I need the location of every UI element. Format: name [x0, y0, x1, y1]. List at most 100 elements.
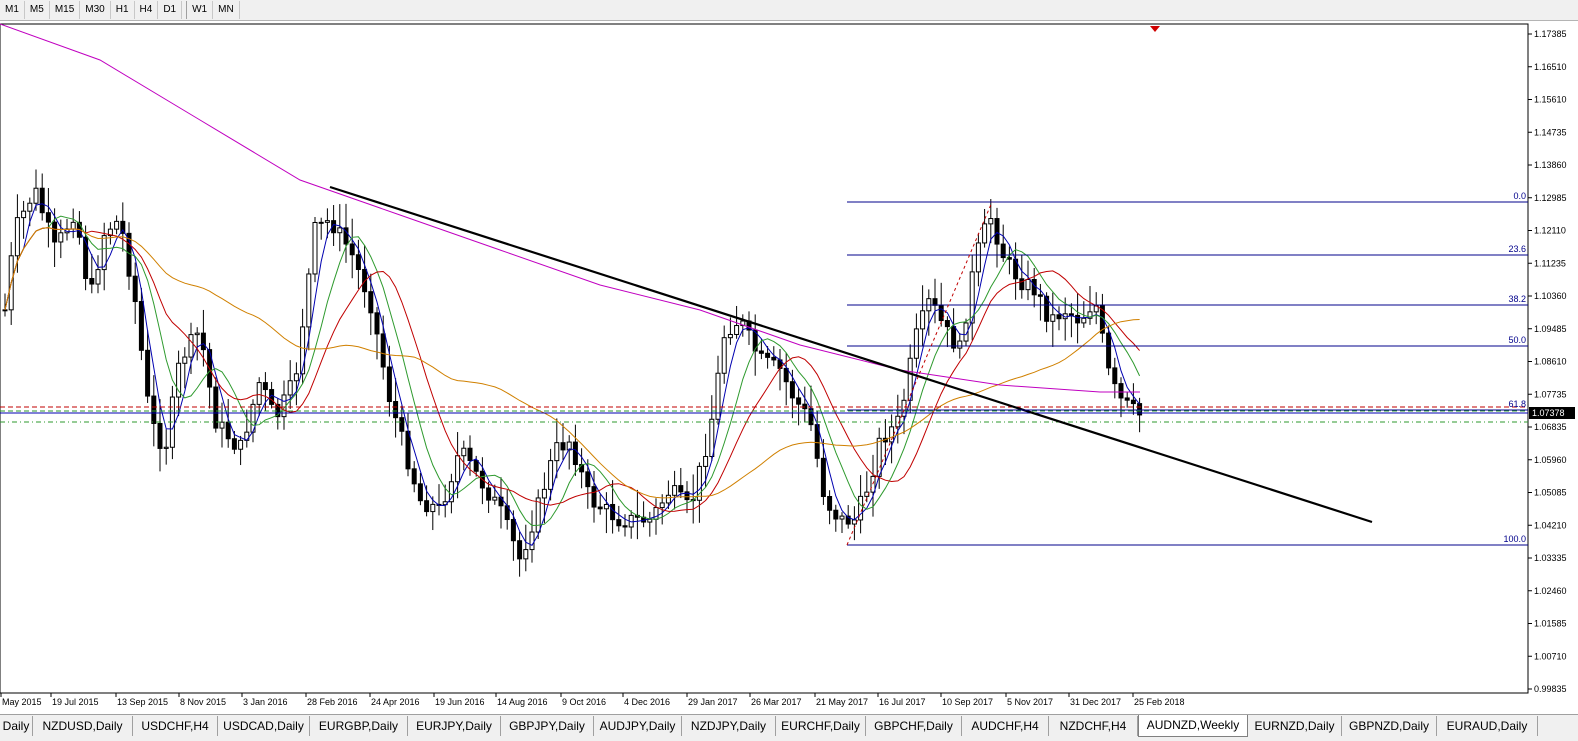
- candle-body: [1075, 314, 1081, 324]
- x-axis-label: 29 Jan 2017: [688, 697, 738, 707]
- candle-body: [548, 460, 554, 490]
- candle-body: [39, 187, 45, 214]
- symbol-tab-gbpjpy-daily[interactable]: GBPJPY,Daily: [501, 716, 594, 736]
- symbol-tab-audchf-h4[interactable]: AUDCHF,H4: [962, 716, 1049, 736]
- candle-body: [58, 232, 64, 243]
- x-axis-label: 19 Jun 2016: [435, 697, 485, 707]
- candle-body: [430, 503, 436, 513]
- candle-body: [238, 439, 244, 450]
- symbol-tab-nzdusd-daily[interactable]: NZDUSD,Daily: [33, 716, 133, 736]
- price-chart[interactable]: 1.17385 1.16510 1.15610 1.14735 1.13860 1.129…: [0, 22, 1578, 712]
- candle-body: [622, 525, 628, 528]
- candle-body: [405, 430, 411, 470]
- chart-plot-area: [0, 23, 1529, 694]
- candle-body: [994, 218, 1000, 245]
- candle-body: [1068, 313, 1074, 316]
- candle-body: [70, 221, 76, 230]
- candle-body: [975, 242, 981, 273]
- timeframe-button-h1[interactable]: H1: [111, 1, 135, 19]
- x-axis-label: 9 Oct 2016: [562, 697, 606, 707]
- candle-body: [486, 487, 492, 501]
- candle-body: [355, 254, 361, 270]
- y-axis-label: 1.07735: [1534, 389, 1567, 399]
- candle-body: [318, 221, 324, 224]
- candle-body: [200, 332, 206, 351]
- symbol-tab-gbpnzd-daily[interactable]: GBPNZD,Daily: [1342, 716, 1437, 736]
- candle-body: [380, 333, 386, 368]
- candle-body: [758, 350, 764, 354]
- candle-body: [932, 298, 938, 306]
- symbol-tab-audjpy-daily[interactable]: AUDJPY,Daily: [594, 716, 682, 736]
- candle-body: [45, 212, 51, 223]
- candle-body: [510, 519, 516, 542]
- candle-body: [1130, 399, 1136, 405]
- x-axis-label: 10 Sep 2017: [942, 697, 993, 707]
- candle-body: [839, 515, 845, 520]
- candle-body: [1000, 243, 1006, 259]
- candle-body: [517, 540, 523, 560]
- candle-body: [411, 468, 417, 485]
- candle-body: [851, 519, 857, 525]
- candle-body: [523, 549, 529, 560]
- y-axis-label: 1.02460: [1534, 586, 1567, 596]
- symbol-tab-eurnzd-daily[interactable]: EURNZD,Daily: [1248, 716, 1342, 736]
- timeframe-button-m5[interactable]: M5: [25, 1, 50, 19]
- candle-body: [262, 382, 268, 391]
- candle-body: [33, 187, 39, 204]
- candle-body: [597, 506, 603, 510]
- candle-body: [913, 328, 919, 359]
- timeframe-button-m1[interactable]: M1: [0, 1, 25, 19]
- candle-body: [876, 437, 882, 477]
- candle-body: [833, 509, 839, 520]
- y-axis-label: 1.15610: [1534, 95, 1567, 105]
- candle-body: [944, 320, 950, 328]
- candle-body: [1081, 317, 1087, 324]
- symbol-tab-audnzd-weekly[interactable]: AUDNZD,Weekly: [1138, 715, 1248, 737]
- timeframe-button-d1[interactable]: D1: [158, 1, 183, 19]
- candle-body: [789, 381, 795, 399]
- symbol-tab-nzdjpy-daily[interactable]: NZDJPY,Daily: [682, 716, 776, 736]
- candle-body: [225, 421, 231, 440]
- symbol-tab-daily[interactable]: Daily: [0, 716, 33, 736]
- x-axis-label: 3 Jan 2016: [243, 697, 288, 707]
- candle-body: [721, 337, 727, 374]
- timeframe-button-m30[interactable]: M30: [80, 1, 111, 19]
- candle-body: [988, 218, 994, 225]
- candle-body: [14, 217, 20, 257]
- timeframe-button-mn[interactable]: MN: [213, 1, 240, 19]
- symbol-tab-gbpchf-daily[interactable]: GBPCHF,Daily: [866, 716, 962, 736]
- timeframe-button-h4[interactable]: H4: [135, 1, 159, 19]
- candle-body: [1037, 294, 1043, 297]
- symbol-tab-euraud-daily[interactable]: EURAUD,Daily: [1437, 716, 1538, 736]
- fibonacci-level-label: 50.0: [1508, 335, 1526, 345]
- candle-body: [219, 421, 225, 429]
- symbol-tab-eurjpy-daily[interactable]: EURJPY,Daily: [408, 716, 501, 736]
- candle-body: [1056, 314, 1062, 320]
- timeframe-button-m15[interactable]: M15: [50, 1, 81, 19]
- y-axis-label: 1.10360: [1534, 291, 1567, 301]
- y-axis-label: 1.12110: [1534, 226, 1566, 236]
- x-axis-label: 8 Nov 2015: [180, 697, 226, 707]
- candle-body: [1118, 383, 1124, 399]
- candle-body: [163, 446, 169, 449]
- timeframe-button-w1[interactable]: W1: [187, 1, 214, 19]
- symbol-tab-usdchf-h4[interactable]: USDCHF,H4: [133, 716, 218, 736]
- candle-body: [1025, 278, 1031, 291]
- symbol-tab-nzdchf-h4[interactable]: NZDCHF,H4: [1049, 716, 1138, 736]
- candle-body: [374, 312, 380, 335]
- symbol-tab-bar: Daily NZDUSD,Daily USDCHF,H4 USDCAD,Daily EU…: [0, 714, 1578, 741]
- candle-body: [603, 503, 609, 510]
- candle-body: [368, 291, 374, 314]
- candle-body: [827, 496, 833, 511]
- y-axis-label: 1.17385: [1534, 29, 1567, 39]
- candle-body: [901, 399, 907, 417]
- symbol-tab-usdcad-daily[interactable]: USDCAD,Daily: [218, 716, 310, 736]
- candle-body: [145, 349, 151, 397]
- candle-body: [231, 438, 237, 450]
- symbol-tab-eurgbp-daily[interactable]: EURGBP,Daily: [310, 716, 408, 736]
- x-axis-label: 19 Jul 2015: [52, 697, 99, 707]
- y-axis-label: 1.04210: [1534, 520, 1567, 530]
- symbol-tab-eurchf-daily[interactable]: EURCHF,Daily: [776, 716, 866, 736]
- y-axis-label: 1.01585: [1534, 619, 1567, 629]
- candle-body: [951, 326, 957, 349]
